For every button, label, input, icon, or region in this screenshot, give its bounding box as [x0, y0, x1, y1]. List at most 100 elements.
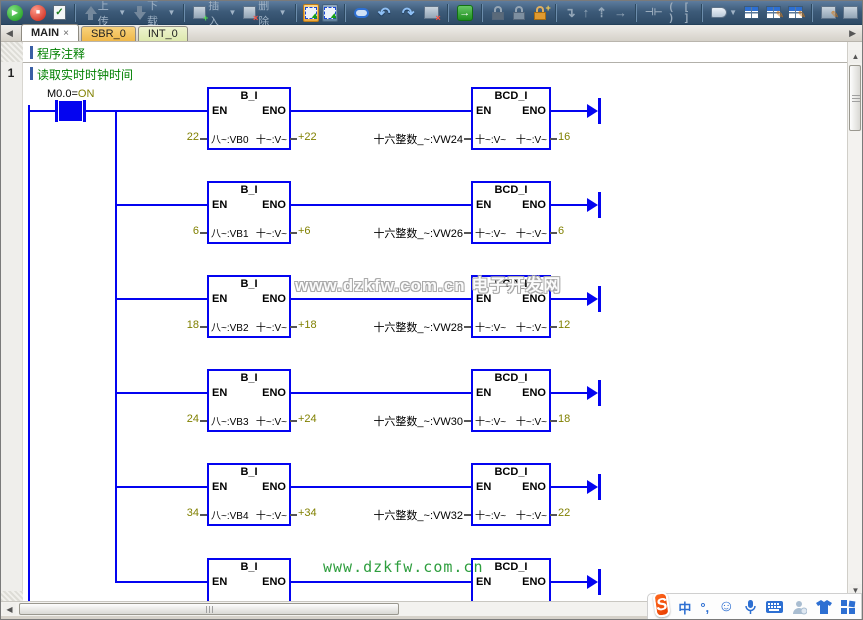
power-rail: [28, 105, 30, 601]
comment-bar: [30, 67, 33, 80]
tab-sbr0[interactable]: SBR_0: [81, 26, 136, 41]
redo-button[interactable]: ↷: [398, 3, 419, 23]
bcd-i-input-operand-label[interactable]: 十六整数_~:VW24: [357, 131, 463, 147]
coil-tool-button[interactable]: ( ): [667, 3, 679, 23]
insert-line-up-button[interactable]: ⇡: [594, 3, 609, 23]
insert-dropdown-icon[interactable]: ▼: [229, 8, 237, 17]
upload-button[interactable]: 上传 ▼: [82, 3, 128, 23]
delete-button[interactable]: × 删除 ▼: [241, 3, 288, 23]
rung-wire: [289, 298, 473, 300]
rounded-box-icon: [354, 8, 369, 18]
symbol-table-button[interactable]: [742, 3, 761, 23]
rung-wire: [549, 581, 589, 583]
vertical-scrollbar[interactable]: ▲ ▼: [847, 42, 862, 601]
delete-dropdown-icon[interactable]: ▼: [279, 8, 287, 17]
contact-tool-button[interactable]: ⊣⊢: [643, 3, 664, 23]
ladder-editor[interactable]: 程序注释 1 读取实时时钟时间 www.dzkfw.com.cn 电子开发网 w…: [1, 42, 849, 601]
contact-power-fill[interactable]: [59, 101, 82, 121]
download-button[interactable]: 下载 ▼: [131, 3, 177, 23]
box-tool-button[interactable]: [ ]: [683, 3, 695, 23]
bcd-i-output-operand: 十~:V~: [516, 319, 547, 334]
toolbar-separator: [344, 4, 346, 22]
eno-pin-label: ENO: [522, 105, 546, 117]
vertical-scroll-thumb[interactable]: [849, 65, 861, 131]
insert-branch-down-button[interactable]: ↴: [563, 3, 578, 23]
rung-wire: [289, 392, 473, 394]
status-chart-button[interactable]: ✎: [764, 3, 783, 23]
b-i-block[interactable]: B_IENENO八~:VB1十~:V~: [207, 181, 291, 244]
page-props-button[interactable]: [841, 3, 860, 23]
ime-chinese-mode-icon[interactable]: 中: [678, 598, 691, 617]
symbol-info-button[interactable]: ✎: [786, 3, 805, 23]
lock-icon: [491, 5, 505, 21]
rung-end-bar: [598, 98, 601, 124]
sogou-logo-icon[interactable]: S: [652, 591, 671, 618]
network-comment[interactable]: 读取实时时钟时间: [37, 66, 133, 83]
insert-button[interactable]: + 插入 ▼: [191, 3, 238, 23]
ime-toolbox-icon[interactable]: [841, 600, 856, 615]
chart-status-toggle[interactable]: [322, 4, 338, 22]
ime-mic-icon[interactable]: [744, 599, 757, 615]
toolbar-separator: [183, 4, 185, 22]
ime-keyboard-icon[interactable]: [766, 601, 783, 613]
tab-scroll-left[interactable]: ◀: [6, 28, 13, 39]
b-i-block[interactable]: B_IENENO八~:VB0十~:V~: [207, 87, 291, 150]
clear-button[interactable]: ×: [422, 3, 441, 23]
eno-pin-label: ENO: [262, 293, 286, 305]
tab-main[interactable]: MAIN ×: [21, 24, 79, 41]
network-gutter: [1, 42, 23, 601]
run-button[interactable]: ▶: [5, 3, 25, 23]
scroll-left-icon[interactable]: ◀: [3, 603, 16, 615]
bcd-i-block[interactable]: BCD_IENENO十~:V~十~:V~: [471, 463, 551, 526]
compile-button[interactable]: ✓: [51, 3, 68, 23]
download-dropdown-icon[interactable]: ▼: [167, 8, 175, 17]
scroll-up-icon[interactable]: ▲: [849, 50, 862, 63]
stop-button[interactable]: ■: [28, 3, 48, 23]
ime-punctuation-icon[interactable]: °,: [700, 600, 709, 615]
bcd-i-input-operand-label[interactable]: 十六整数_~:VW28: [357, 319, 463, 335]
bcd-i-input-operand-label[interactable]: 十六整数_~:VW32: [357, 507, 463, 523]
address-tag-button[interactable]: ▼: [709, 3, 739, 23]
line-up-icon: ⇡: [596, 5, 607, 21]
tab-int0[interactable]: INT_0: [138, 26, 188, 41]
rung-end-bar: [598, 380, 601, 406]
b-i-output-status-value: +18: [298, 319, 317, 331]
network-number: 1: [1, 66, 21, 80]
box-select-button[interactable]: [352, 3, 371, 23]
tab-close-icon[interactable]: ×: [63, 28, 69, 39]
horizontal-scroll-thumb[interactable]: [19, 603, 399, 615]
contact-label[interactable]: M0.0=ON: [47, 88, 94, 100]
bcd-i-block[interactable]: BCD_IENENO十~:V~十~:V~: [471, 87, 551, 150]
program-comment[interactable]: 程序注释: [37, 45, 85, 62]
lock-add-button[interactable]: +: [531, 3, 549, 23]
goto-button[interactable]: →: [455, 3, 475, 23]
b-i-block[interactable]: B_IENENO八~:VB3十~:V~: [207, 369, 291, 432]
insert-branch-up-button[interactable]: ↑: [581, 3, 592, 23]
tab-scroll-right[interactable]: ▶: [849, 28, 856, 39]
toolbar-separator: [74, 4, 76, 22]
unlock-button[interactable]: [510, 3, 528, 23]
lock-button[interactable]: [489, 3, 507, 23]
ime-shirt-icon[interactable]: [816, 600, 832, 614]
page-edit-button[interactable]: ✎: [819, 3, 838, 23]
upload-dropdown-icon[interactable]: ▼: [118, 8, 126, 17]
b-i-title: B_I: [209, 90, 289, 102]
undo-button[interactable]: ↶: [374, 3, 395, 23]
tag-dropdown-icon[interactable]: ▼: [729, 8, 737, 17]
ime-emoji-icon[interactable]: ☺: [718, 598, 734, 616]
rung-wire: [289, 110, 473, 112]
bcd-i-input-operand-label[interactable]: 十六整数_~:VW30: [357, 413, 463, 429]
program-status-toggle[interactable]: [303, 4, 319, 22]
b-i-block[interactable]: B_IENENO八~:VB4十~:V~: [207, 463, 291, 526]
bcd-i-input-operand-label[interactable]: 十六整数_~:VW26: [357, 225, 463, 241]
rung-wire: [86, 110, 207, 112]
bcd-i-block[interactable]: BCD_IENENO十~:V~十~:V~: [471, 181, 551, 244]
b-i-block[interactable]: B_IENENO八~:VB2十~:V~: [207, 275, 291, 338]
insert-line-right-button[interactable]: →: [612, 3, 629, 23]
b-i-block[interactable]: B_IENENO: [207, 558, 291, 601]
b-i-output-operand: 十~:V~: [256, 507, 287, 522]
rung-wire: [115, 581, 207, 583]
bcd-i-block[interactable]: BCD_IENENO十~:V~十~:V~: [471, 369, 551, 432]
ime-skin-icon[interactable]: [792, 600, 807, 615]
b-i-output-operand: 十~:V~: [256, 319, 287, 334]
